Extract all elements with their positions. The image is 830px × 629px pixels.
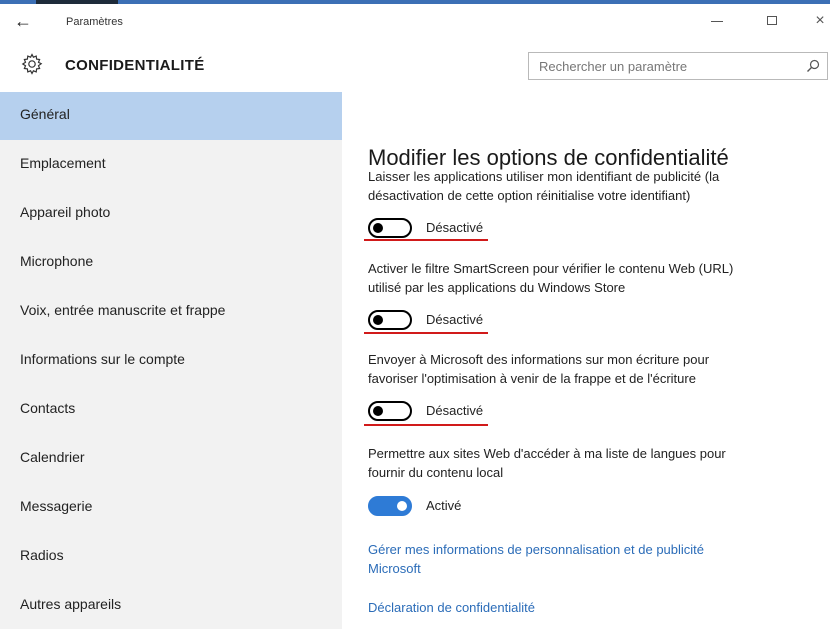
description-line: utilisé par les applications du Windows … (368, 280, 626, 295)
toggle-knob (373, 406, 383, 416)
description-line: Permettre aux sites Web d'accéder à ma l… (368, 446, 726, 461)
annotation-underline (364, 424, 488, 426)
sidebar-item-label: Voix, entrée manuscrite et frappe (20, 302, 226, 318)
annotation-underline (364, 239, 488, 241)
search-placeholder: Rechercher un paramètre (539, 59, 688, 74)
toggle-knob (373, 315, 383, 325)
sidebar-item-label: Général (20, 106, 70, 122)
maximize-button[interactable] (760, 10, 784, 32)
link-line: Microsoft (368, 561, 421, 576)
sidebar: Général Emplacement Appareil photo Micro… (0, 92, 342, 629)
smartscreen-state: Désactivé (426, 312, 484, 327)
sidebar-item-autres-appareils[interactable]: Autres appareils (0, 582, 342, 629)
option-writing-info-description: Envoyer à Microsoft des informations sur… (368, 350, 808, 388)
option-language-list-description: Permettre aux sites Web d'accéder à ma l… (368, 444, 808, 482)
description-line: favoriser l'optimisation à venir de la f… (368, 371, 696, 386)
search-icon[interactable] (805, 58, 821, 74)
option-advertising-id-description: Laisser les applications utiliser mon id… (368, 167, 808, 205)
sidebar-item-label: Messagerie (20, 498, 93, 514)
advertising-id-state: Désactivé (426, 220, 484, 235)
sidebar-item-label: Radios (20, 547, 64, 563)
sidebar-item-label: Informations sur le compte (20, 351, 185, 367)
sidebar-item-radios[interactable]: Radios (0, 533, 342, 581)
page-header: CONFIDENTIALITÉ Rechercher un paramètre (0, 40, 830, 92)
toggle-knob (397, 501, 407, 511)
link-line: Déclaration de confidentialité (368, 600, 535, 615)
sidebar-item-label: Microphone (20, 253, 94, 269)
annotation-underline (364, 332, 488, 334)
manage-ad-info-link[interactable]: Gérer mes informations de personnalisati… (368, 540, 808, 578)
sidebar-item-calendrier[interactable]: Calendrier (0, 435, 342, 483)
sidebar-item-messagerie[interactable]: Messagerie (0, 484, 342, 532)
sidebar-item-label: Emplacement (20, 155, 106, 171)
gear-icon (21, 53, 43, 75)
sidebar-item-label: Autres appareils (20, 596, 122, 612)
smartscreen-toggle[interactable] (368, 310, 412, 330)
sidebar-item-appareil-photo[interactable]: Appareil photo (0, 190, 342, 238)
sidebar-item-contacts[interactable]: Contacts (0, 386, 342, 434)
toggle-knob (373, 223, 383, 233)
maximize-icon (767, 16, 777, 25)
search-input[interactable]: Rechercher un paramètre (528, 52, 828, 80)
sidebar-item-general[interactable]: Général (0, 92, 342, 140)
close-button[interactable]: × (808, 10, 830, 32)
section-title: CONFIDENTIALITÉ (65, 57, 205, 74)
language-list-toggle[interactable] (368, 496, 412, 516)
minimize-button[interactable] (705, 10, 729, 32)
writing-info-state: Désactivé (426, 403, 484, 418)
sidebar-item-label: Appareil photo (20, 204, 111, 220)
option-smartscreen-description: Activer le filtre SmartScreen pour vérif… (368, 259, 808, 297)
description-line: Envoyer à Microsoft des informations sur… (368, 352, 710, 367)
description-line: fournir du contenu local (368, 465, 504, 480)
minimize-icon (711, 21, 723, 22)
sidebar-item-emplacement[interactable]: Emplacement (0, 141, 342, 189)
sidebar-item-informations-compte[interactable]: Informations sur le compte (0, 337, 342, 385)
window-title: Paramètres (66, 16, 123, 28)
main-content: Modifier les options de confidentialité … (342, 92, 830, 629)
language-list-state: Activé (426, 498, 462, 513)
sidebar-item-label: Calendrier (20, 449, 85, 465)
title-bar: ← Paramètres × (0, 4, 830, 40)
advertising-id-toggle[interactable] (368, 218, 412, 238)
link-line: Gérer mes informations de personnalisati… (368, 542, 705, 557)
sidebar-item-label: Contacts (20, 400, 76, 416)
sidebar-item-voix[interactable]: Voix, entrée manuscrite et frappe (0, 288, 342, 336)
sidebar-item-microphone[interactable]: Microphone (0, 239, 342, 287)
back-button[interactable]: ← (14, 11, 38, 33)
description-line: Activer le filtre SmartScreen pour vérif… (368, 261, 734, 276)
description-line: désactivation de cette option réinitiali… (368, 188, 691, 203)
writing-info-toggle[interactable] (368, 401, 412, 421)
privacy-statement-link[interactable]: Déclaration de confidentialité (368, 598, 808, 617)
description-line: Laisser les applications utiliser mon id… (368, 169, 720, 184)
